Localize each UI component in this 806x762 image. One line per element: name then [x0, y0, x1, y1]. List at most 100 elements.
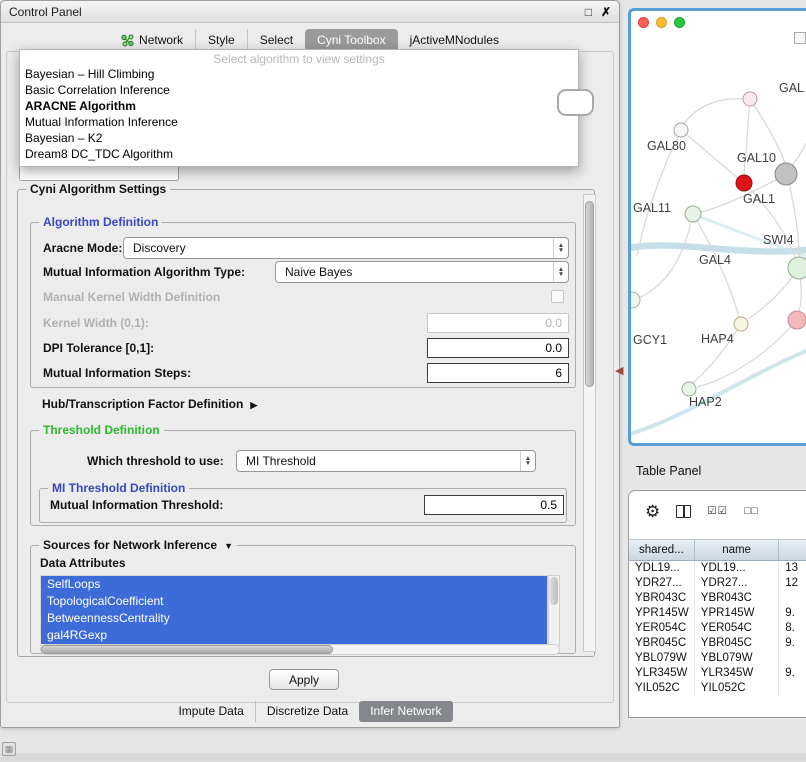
expand-right-icon: ▶ — [250, 400, 257, 410]
tab-network[interactable]: Network — [109, 29, 195, 51]
combo-arrows-icon: ▲▼ — [520, 451, 535, 471]
table-row[interactable]: YPR145W YPR145W 9. — [629, 606, 806, 621]
attributes-vertical-scrollbar[interactable] — [548, 575, 560, 646]
algorithm-dropdown-list: Select algorithm to view settings Bayesi… — [19, 49, 579, 167]
table-row[interactable]: YBR045C YBR045C 9. — [629, 636, 806, 651]
node-label[interactable]: GAL — [779, 81, 804, 95]
attribute-item[interactable]: gal4RGexp — [41, 627, 547, 644]
panel-grip-icon[interactable]: ▦ — [2, 742, 16, 756]
cell: 9. — [779, 606, 806, 621]
node-label[interactable]: HAP4 — [701, 332, 734, 346]
gear-icon[interactable]: ⚙ — [645, 503, 660, 520]
hub-section-label: Hub/Transcription Factor Definition — [42, 397, 243, 411]
collapse-down-icon: ▼ — [224, 541, 233, 551]
scrollbar-thumb[interactable] — [585, 201, 594, 387]
tab-infer-network[interactable]: Infer Network — [359, 701, 452, 722]
table-toolbar: ⚙ ☑☑ □□ — [645, 499, 759, 523]
cell: YBL079W — [695, 651, 779, 666]
minimize-traffic-icon[interactable] — [656, 17, 667, 28]
split-pane-collapse-icon[interactable]: ◀ — [615, 364, 623, 377]
tab-select[interactable]: Select — [247, 29, 305, 51]
which-threshold-label: Which threshold to use: — [87, 450, 224, 472]
attribute-item[interactable]: BetweennessCentrality — [41, 610, 547, 627]
column-header[interactable] — [779, 540, 806, 560]
manual-kernel-label: Manual Kernel Width Definition — [43, 287, 220, 307]
table-row[interactable]: YER054C YER054C 8. — [629, 621, 806, 636]
control-panel-titlebar[interactable]: Control Panel □ ✗ — [1, 1, 619, 23]
column-header[interactable]: name — [695, 540, 780, 560]
table-row[interactable]: YLR345W YLR345W 9. — [629, 666, 806, 681]
dropdown-item[interactable]: Dream8 DC_TDC Algorithm — [20, 146, 578, 162]
node-label[interactable]: GAL80 — [647, 139, 686, 153]
dropdown-item[interactable]: Bayesian – Hill Climbing — [20, 66, 578, 82]
settings-group-title: Cyni Algorithm Settings — [26, 182, 170, 196]
table-row[interactable]: YDL19... YDL19... 13 — [629, 561, 806, 576]
threshold-definition-group: Threshold Definition Which threshold to … — [30, 430, 576, 526]
table-row[interactable]: YDR27... YDR27... 12 — [629, 576, 806, 591]
cell: YLR345W — [695, 666, 779, 681]
settings-vertical-scrollbar[interactable] — [583, 194, 596, 652]
table-row[interactable]: YIL052C YIL052C — [629, 681, 806, 696]
mi-threshold-definition-title: MI Threshold Definition — [48, 481, 189, 495]
node-label[interactable]: GAL10 — [737, 151, 776, 165]
node-label[interactable]: GAL11 — [633, 201, 671, 215]
manual-kernel-checkbox — [551, 290, 564, 303]
sources-toggle[interactable]: Sources for Network Inference▼ — [39, 538, 237, 552]
mi-type-combo[interactable]: Naive Bayes ▲▼ — [275, 261, 569, 283]
dpi-tolerance-field[interactable] — [427, 338, 569, 358]
close-traffic-icon[interactable] — [638, 17, 649, 28]
mi-threshold-field[interactable] — [424, 495, 564, 515]
aracne-mode-combo[interactable]: Discovery ▲▼ — [123, 237, 569, 259]
tab-impute-data[interactable]: Impute Data — [167, 701, 254, 722]
column-header[interactable]: shared... — [629, 540, 695, 560]
tab-discretize-data[interactable]: Discretize Data — [255, 701, 359, 722]
hub-section-toggle[interactable]: Hub/Transcription Factor Definition ▶ — [42, 396, 257, 413]
dropdown-item-selected[interactable]: ARACNE Algorithm — [20, 98, 578, 114]
algorithm-combo-fragment[interactable] — [19, 165, 179, 181]
node-label[interactable]: GAL4 — [699, 253, 731, 267]
dropdown-item[interactable]: Mutual Information Inference — [20, 114, 578, 130]
apply-button[interactable]: Apply — [269, 669, 339, 690]
aracne-mode-value: Discovery — [124, 241, 553, 255]
mi-steps-field[interactable] — [427, 363, 569, 383]
close-icon[interactable]: ✗ — [601, 5, 611, 19]
cell: YER054C — [695, 621, 779, 636]
node-label[interactable]: HAP2 — [689, 395, 722, 409]
dropdown-item[interactable]: Basic Correlation Inference — [20, 82, 578, 98]
cell: YDL19... — [629, 561, 695, 576]
node-label[interactable]: GAL1 — [743, 192, 775, 206]
cell: YBR043C — [629, 591, 695, 606]
tab-cyni-toolbox[interactable]: Cyni Toolbox — [305, 29, 397, 51]
deselect-all-checkboxes-icon[interactable]: □□ — [744, 505, 759, 517]
threshold-definition-title: Threshold Definition — [39, 423, 164, 437]
node-label[interactable]: GCY1 — [633, 333, 667, 347]
dropdown-item[interactable]: Bayesian – K2 — [20, 130, 578, 146]
scrollbar-thumb[interactable] — [550, 577, 558, 605]
kernel-width-field — [427, 313, 569, 333]
network-scrollbar-corner[interactable] — [794, 32, 806, 44]
select-all-checkboxes-icon[interactable]: ☑☑ — [707, 505, 728, 517]
cell: YBL079W — [629, 651, 695, 666]
top-tab-bar: Network Style Select Cyni Toolbox jActiv… — [1, 29, 619, 51]
scrollbar-thumb[interactable] — [41, 645, 333, 654]
cell: YBR045C — [629, 636, 695, 651]
combo-arrows-icon: ▲▼ — [553, 262, 568, 282]
tab-label: jActiveMNodules — [410, 33, 499, 47]
zoom-traffic-icon[interactable] — [674, 17, 685, 28]
node-label[interactable]: SWI4 — [763, 233, 794, 247]
attribute-item[interactable]: SelfLoops — [41, 576, 547, 593]
cell: YDR27... — [695, 576, 779, 591]
tab-style[interactable]: Style — [195, 29, 247, 51]
dpi-tolerance-label: DPI Tolerance [0,1]: — [43, 338, 154, 358]
tab-jactivemnodules[interactable]: jActiveMNodules — [398, 29, 511, 51]
attribute-item[interactable]: TopologicalCoefficient — [41, 593, 547, 610]
which-threshold-combo[interactable]: MI Threshold ▲▼ — [236, 450, 536, 472]
column-selector-icon[interactable] — [676, 505, 691, 518]
cell: YLR345W — [629, 666, 695, 681]
cell: YPR145W — [629, 606, 695, 621]
cell: YBR043C — [695, 591, 779, 606]
table-row[interactable]: YBL079W YBL079W — [629, 651, 806, 666]
table-row[interactable]: YBR043C YBR043C — [629, 591, 806, 606]
restore-icon[interactable]: □ — [585, 5, 592, 19]
attributes-horizontal-scrollbar[interactable] — [40, 644, 560, 655]
